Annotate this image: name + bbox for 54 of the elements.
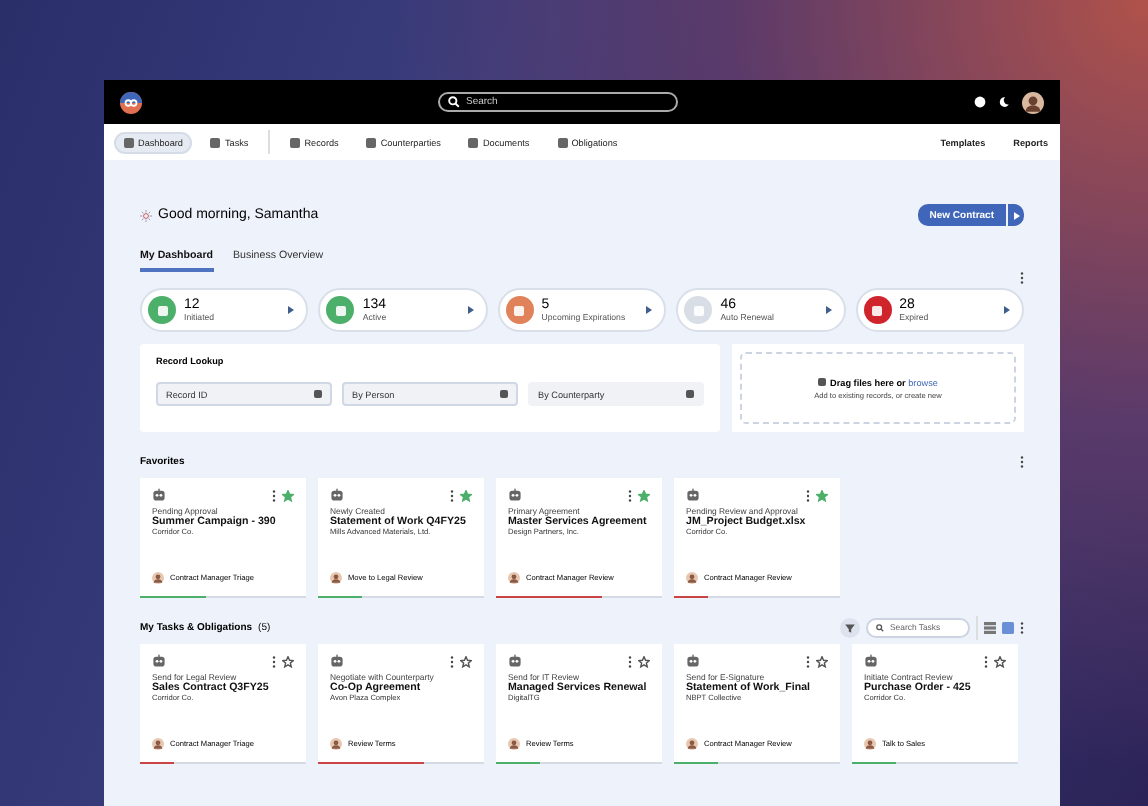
square-icon — [124, 137, 134, 147]
robot-icon — [508, 654, 522, 668]
logo-icon[interactable] — [120, 91, 142, 113]
square-icon — [500, 390, 508, 398]
robot-icon — [330, 654, 344, 668]
star-icon[interactable] — [282, 489, 294, 501]
sun-icon — [140, 209, 152, 221]
star-icon[interactable] — [638, 489, 650, 501]
star-icon[interactable] — [460, 655, 472, 667]
avatar-icon — [152, 572, 164, 584]
robot-icon — [686, 654, 700, 668]
square-icon — [468, 137, 479, 147]
square-icon — [314, 390, 322, 398]
robot-icon — [508, 488, 522, 502]
chevron-icon — [1004, 306, 1010, 314]
square-icon — [686, 390, 694, 398]
avatar-icon — [152, 738, 164, 750]
file-icon — [818, 378, 827, 386]
avatar-icon — [686, 738, 698, 750]
filter-button[interactable] — [840, 617, 860, 637]
list-view-icon[interactable] — [984, 621, 996, 633]
square-icon — [210, 137, 221, 147]
star-icon[interactable] — [638, 655, 650, 667]
robot-icon — [152, 654, 166, 668]
robot-icon — [864, 654, 878, 668]
chevron-icon — [825, 306, 832, 314]
chevron-icon — [646, 306, 653, 314]
moon-icon[interactable] — [998, 96, 1010, 108]
robot-icon — [330, 488, 344, 502]
square-icon — [290, 137, 301, 147]
star-icon[interactable] — [816, 489, 828, 501]
search-icon — [448, 96, 460, 108]
star-icon[interactable] — [816, 655, 828, 667]
caret-icon — [1013, 211, 1019, 219]
avatar-icon — [508, 572, 520, 584]
chevron-icon — [467, 306, 474, 314]
star-icon[interactable] — [282, 655, 294, 667]
avatar-icon — [864, 738, 876, 750]
star-icon[interactable] — [460, 489, 472, 501]
avatar-icon — [330, 572, 342, 584]
star-icon[interactable] — [994, 655, 1006, 667]
avatar-icon — [508, 738, 520, 750]
search-icon — [876, 621, 884, 633]
robot-icon — [152, 488, 166, 502]
filter-icon — [844, 621, 856, 633]
square-icon — [366, 137, 377, 147]
avatar-icon — [330, 738, 342, 750]
avatar-icon[interactable] — [1022, 91, 1044, 113]
avatar-icon — [686, 572, 698, 584]
dropdown-button[interactable] — [1008, 204, 1024, 226]
grid-view-icon[interactable] — [1002, 621, 1014, 633]
robot-icon — [686, 488, 700, 502]
square-icon — [557, 137, 568, 147]
chevron-icon — [288, 306, 295, 314]
